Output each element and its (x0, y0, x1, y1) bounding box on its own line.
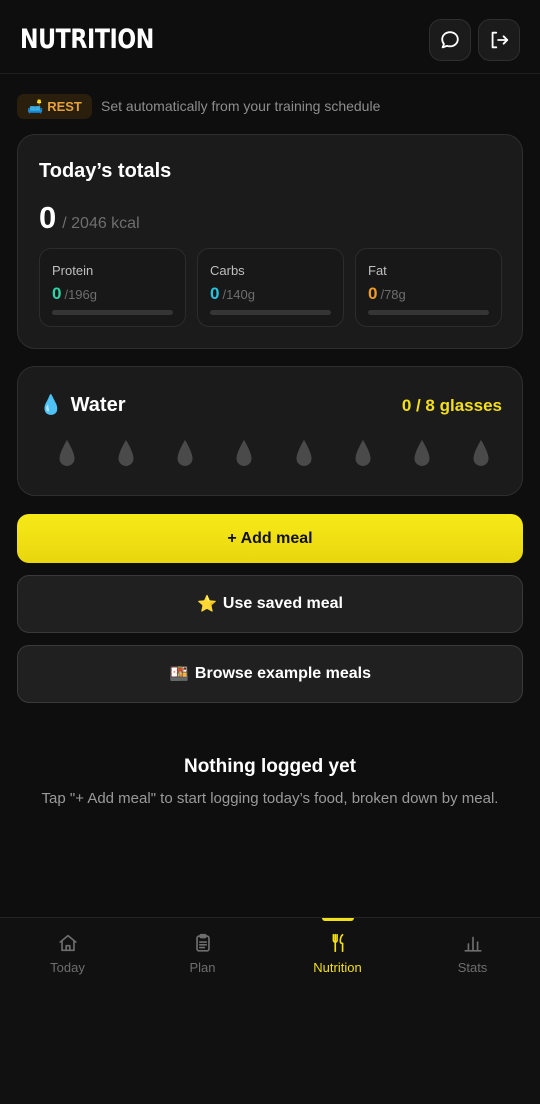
browse-example-meals-label: Browse example meals (194, 665, 371, 682)
nav-item-nutrition[interactable]: Nutrition (270, 918, 405, 988)
macro-carbs: Carbs 0 /140g (197, 248, 344, 327)
day-type-label: REST (47, 99, 82, 114)
nav-label: Plan (189, 960, 216, 975)
macro-values: 0 /78g (368, 284, 406, 304)
use-saved-meal-label: Use saved meal (222, 595, 343, 612)
bar-chart-icon (463, 936, 482, 952)
water-glass-drop-icon[interactable] (472, 439, 490, 467)
chat-bubble-icon (441, 31, 459, 49)
water-glass-drop-icon[interactable] (354, 439, 372, 467)
todays-totals-card: Today’s totals 0 / 2046 kcal Protein 0 /… (17, 134, 523, 349)
macro-label: Carbs (210, 263, 245, 278)
macro-goal: /78g (380, 287, 406, 302)
water-glass-drop-icon[interactable] (413, 439, 431, 467)
browse-example-meals-button[interactable]: 🍱 Browse example meals (17, 645, 523, 703)
nav-label: Nutrition (313, 960, 362, 975)
macro-current: 0 (52, 284, 62, 303)
water-glass-drop-icon[interactable] (295, 439, 313, 467)
calorie-summary: 0 / 2046 kcal (39, 200, 140, 236)
add-meal-label: + Add meal (227, 529, 313, 547)
chat-button[interactable] (429, 19, 471, 61)
nutrition-screen: NUTRITION 🛋️ REST Set automatically from… (0, 0, 540, 1104)
fork-knife-icon (332, 933, 343, 953)
clipboard-icon (195, 933, 210, 952)
macro-fat: Fat 0 /78g (355, 248, 502, 327)
water-card: 💧 Water 0 / 8 glasses (17, 366, 523, 496)
macro-protein: Protein 0 /196g (39, 248, 186, 327)
logout-button[interactable] (478, 19, 520, 61)
kcal-goal: / 2046 kcal (62, 215, 140, 232)
sofa-icon: 🛋️ (27, 98, 44, 114)
active-tab-indicator (321, 918, 354, 921)
bottom-navigation: Today Plan Nutrition Stats (0, 917, 540, 1104)
water-drop-icon: 💧 (39, 395, 63, 416)
macro-progress-bar (368, 310, 489, 315)
logout-icon (491, 31, 509, 49)
macro-progress-bar (52, 310, 173, 315)
macro-values: 0 /140g (210, 284, 255, 304)
macro-progress-bar (210, 310, 331, 315)
day-type-badge: 🛋️ REST (17, 94, 92, 119)
nav-item-stats[interactable]: Stats (405, 918, 540, 988)
macro-current: 0 (210, 284, 220, 303)
totals-title: Today’s totals (39, 160, 172, 182)
water-glass-drop-icon[interactable] (235, 439, 253, 467)
bento-box-icon: 🍱 (168, 666, 189, 683)
macro-label: Protein (52, 263, 94, 278)
macro-label: Fat (368, 263, 387, 278)
day-type-description: Set automatically from your training sch… (101, 98, 381, 114)
nav-item-plan[interactable]: Plan (135, 918, 270, 988)
water-title: Water (70, 393, 126, 416)
nav-label: Stats (457, 960, 488, 975)
water-glass-drop-icon[interactable] (117, 439, 135, 467)
star-icon: ⭐ (197, 596, 217, 613)
water-glass-drop-icon[interactable] (58, 439, 76, 467)
empty-state-title: Nothing logged yet (183, 756, 357, 777)
water-header: 💧 Water (39, 393, 126, 417)
water-glasses (58, 439, 490, 467)
water-glass-drop-icon[interactable] (176, 439, 194, 467)
use-saved-meal-button[interactable]: ⭐ Use saved meal (17, 575, 523, 633)
page-title: NUTRITION (20, 24, 154, 55)
macro-current: 0 (368, 284, 378, 303)
add-meal-button[interactable]: + Add meal (17, 514, 523, 563)
nav-item-today[interactable]: Today (0, 918, 135, 988)
empty-state-description: Tap "+ Add meal" to start logging today’… (41, 790, 499, 807)
nav-label: Today (50, 960, 85, 975)
home-icon (58, 934, 77, 952)
macro-goal: /140g (222, 287, 256, 302)
water-count: 0 / 8 glasses (401, 396, 502, 415)
kcal-value: 0 (39, 200, 57, 235)
app-header: NUTRITION (0, 0, 540, 74)
macro-goal: /196g (64, 287, 98, 302)
macro-values: 0 /196g (52, 284, 97, 304)
